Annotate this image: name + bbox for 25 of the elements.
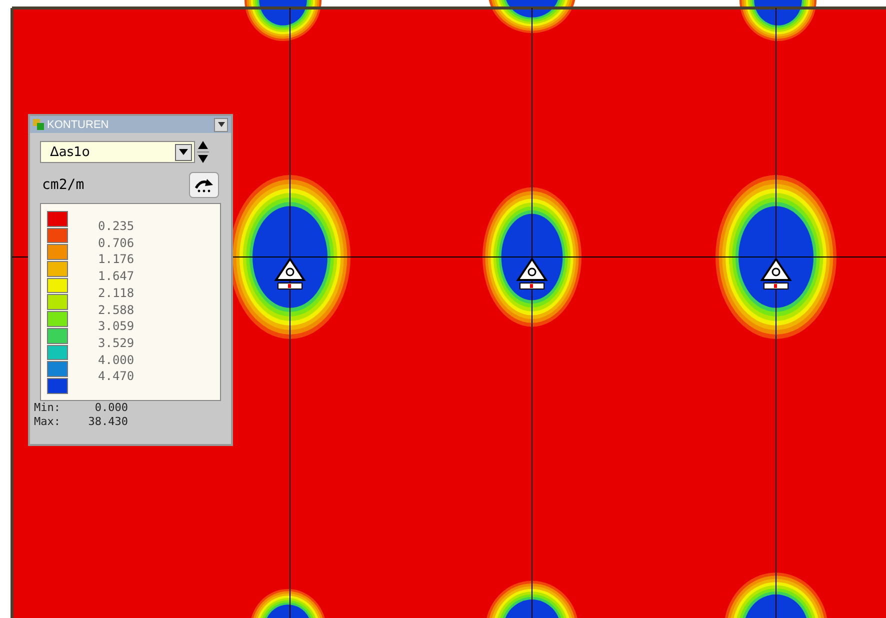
unit-label: cm2/m bbox=[42, 177, 84, 193]
legend-value: 3.529 bbox=[98, 334, 134, 352]
stat-value: 0.000 bbox=[94, 401, 128, 415]
legend-value: 1.176 bbox=[98, 251, 134, 268]
stat-value: 38.430 bbox=[87, 415, 128, 429]
window-icon bbox=[33, 119, 44, 130]
menu-button[interactable] bbox=[214, 118, 228, 132]
stat-label: Max: bbox=[34, 415, 62, 429]
caret-icon bbox=[218, 122, 224, 127]
legend-value: 0.706 bbox=[98, 234, 134, 252]
curved-arrow-icon bbox=[193, 177, 215, 193]
caret-icon bbox=[179, 149, 188, 155]
legend-value: 2.588 bbox=[98, 302, 134, 318]
redistribute-button[interactable] bbox=[189, 172, 219, 198]
legend-value: 4.000 bbox=[98, 352, 134, 368]
panel-title: KONTUREN bbox=[47, 118, 110, 130]
legend-value: 3.059 bbox=[98, 318, 134, 335]
spinner-icon[interactable] bbox=[197, 139, 209, 165]
legend-value: 0.235 bbox=[98, 218, 134, 235]
stat-label: Min: bbox=[34, 401, 62, 415]
legend-value: 1.647 bbox=[98, 268, 134, 285]
result-dropdown[interactable]: Δas1o bbox=[40, 141, 195, 163]
legend-value: 2.118 bbox=[98, 284, 134, 302]
legend-value: 4.470 bbox=[98, 368, 134, 386]
dropdown-arrow-button[interactable] bbox=[175, 144, 192, 160]
